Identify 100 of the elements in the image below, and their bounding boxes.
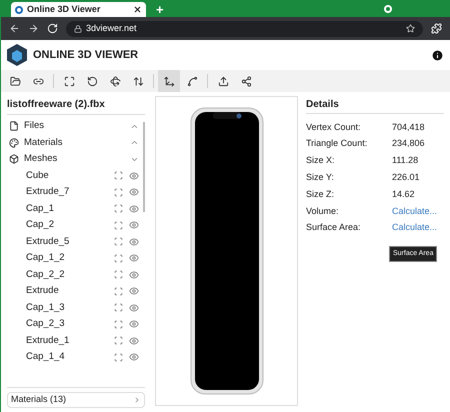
- mesh-item[interactable]: Cap_2_2: [7, 266, 143, 283]
- rotate-icon: [86, 76, 98, 86]
- mesh-name: Cap_2: [26, 218, 55, 232]
- mesh-item[interactable]: Cap_2_3: [7, 316, 143, 332]
- mesh-name: Cap_2_3: [26, 317, 66, 332]
- mesh-item[interactable]: Cap_1_3: [7, 300, 143, 316]
- mesh-item[interactable]: Extrude: [7, 283, 143, 300]
- axes-icon: [164, 76, 174, 86]
- fit-icon[interactable]: [114, 352, 123, 362]
- mesh-item[interactable]: Cube: [7, 168, 143, 184]
- mesh-item[interactable]: Extrude_1: [7, 332, 143, 349]
- file-name: listoffreeware (2).fbx: [7, 98, 106, 112]
- section-label: Materials: [24, 136, 64, 150]
- fit-icon[interactable]: [114, 336, 123, 346]
- detail-value: 704,418: [392, 120, 425, 134]
- mesh-name: Cap_1_2: [26, 251, 66, 266]
- mesh-item[interactable]: Cap_2: [7, 217, 143, 234]
- chevron-right-icon: [133, 396, 141, 404]
- details-title: Details: [306, 96, 444, 114]
- eye-icon[interactable]: [129, 236, 139, 247]
- new-tab-button[interactable]: +: [156, 2, 164, 17]
- detail-value: 14.62: [392, 188, 415, 201]
- materials-panel-button[interactable]: Materials (13): [7, 392, 145, 408]
- address-field[interactable]: 3dviewer.net: [66, 20, 423, 36]
- detail-label: Volume:: [306, 204, 340, 218]
- section-label: Meshes: [24, 152, 58, 166]
- logo-icon: [7, 44, 27, 66]
- calculate-link[interactable]: Calculate...: [392, 204, 438, 218]
- browser-tab[interactable]: Online 3D Viewer: [11, 2, 146, 17]
- eye-icon[interactable]: [129, 253, 139, 264]
- eye-icon[interactable]: [129, 336, 139, 346]
- fit-icon[interactable]: [114, 171, 123, 180]
- palette-icon: [9, 138, 19, 148]
- mesh-item[interactable]: Extrude_7: [7, 184, 143, 200]
- back-icon[interactable]: [9, 23, 20, 34]
- expand-icon: [64, 76, 74, 86]
- eye-icon[interactable]: [129, 170, 139, 181]
- calculate-link[interactable]: Calculate...: [392, 221, 438, 235]
- record-icon: [384, 5, 392, 13]
- lock-icon: [74, 24, 82, 32]
- url-text: 3dviewer.net: [86, 22, 138, 35]
- toolbar-button[interactable]: [158, 70, 180, 92]
- fit-icon[interactable]: [114, 188, 123, 197]
- detail-label: Size X:: [306, 154, 336, 168]
- mesh-name: Cap_2_2: [26, 268, 66, 282]
- mesh-item[interactable]: Cap_1_2: [7, 250, 143, 266]
- fit-icon[interactable]: [114, 270, 123, 280]
- mesh-name: Extrude_5: [26, 234, 70, 249]
- viewer-canvas[interactable]: [155, 96, 298, 406]
- upload-icon: [218, 76, 228, 86]
- app-title: ONLINE 3D VIEWER: [33, 48, 140, 63]
- eye-icon[interactable]: [129, 220, 139, 230]
- detail-value: 111.28: [392, 154, 418, 168]
- close-icon[interactable]: [133, 5, 142, 14]
- mesh-item[interactable]: Cap_1: [7, 200, 143, 217]
- extensions-icon[interactable]: [431, 23, 442, 34]
- detail-label: Surface Area:: [306, 221, 362, 234]
- mesh-name: Cap_1_3: [26, 300, 66, 315]
- mesh-item[interactable]: Extrude_5: [7, 234, 143, 250]
- info-icon[interactable]: [431, 48, 444, 62]
- mesh-item[interactable]: Cap_1_4: [7, 349, 143, 366]
- mesh-name: Extrude_1: [26, 334, 70, 348]
- file-icon: [9, 121, 19, 132]
- fit-icon[interactable]: [114, 320, 123, 329]
- fit-icon[interactable]: [114, 204, 123, 214]
- fit-icon[interactable]: [114, 254, 123, 263]
- eye-icon[interactable]: [129, 286, 139, 296]
- eye-icon[interactable]: [129, 319, 139, 330]
- section-label: Files: [24, 119, 46, 134]
- detail-label: Triangle Count:: [306, 137, 368, 150]
- detail-label: Vertex Count:: [306, 120, 362, 134]
- tree-section[interactable]: Files: [7, 118, 143, 134]
- mesh-name: Cap_1: [26, 202, 55, 216]
- mesh-name: Cap_1_4: [26, 350, 66, 364]
- mesh-name: Extrude_7: [26, 185, 70, 200]
- up-down-arrows-icon: [132, 76, 144, 86]
- fit-icon[interactable]: [114, 220, 123, 230]
- eye-icon[interactable]: [129, 187, 139, 198]
- curve-icon: [186, 76, 198, 86]
- tree-section[interactable]: Meshes: [7, 151, 143, 168]
- mesh-name: Extrude: [26, 284, 60, 298]
- eye-icon[interactable]: [129, 352, 139, 362]
- fit-icon[interactable]: [114, 237, 123, 246]
- tab-logo-icon: [15, 6, 23, 14]
- share-icon: [240, 76, 252, 86]
- detail-value: 234,806: [392, 137, 425, 150]
- folder-icon: [10, 76, 20, 86]
- detail-label: Size Z:: [306, 188, 336, 201]
- detail-value: 226.01: [392, 171, 420, 184]
- forward-icon[interactable]: [28, 23, 39, 34]
- tree-section[interactable]: Materials: [7, 134, 143, 151]
- scrollbar[interactable]: [143, 122, 145, 212]
- detail-label: Size Y:: [306, 171, 335, 184]
- eye-icon[interactable]: [129, 204, 139, 214]
- eye-icon[interactable]: [129, 302, 139, 313]
- reload-icon[interactable]: [47, 23, 58, 34]
- fit-icon[interactable]: [114, 286, 123, 296]
- star-icon[interactable]: [406, 24, 415, 33]
- eye-icon[interactable]: [129, 270, 139, 280]
- fit-icon[interactable]: [114, 303, 123, 312]
